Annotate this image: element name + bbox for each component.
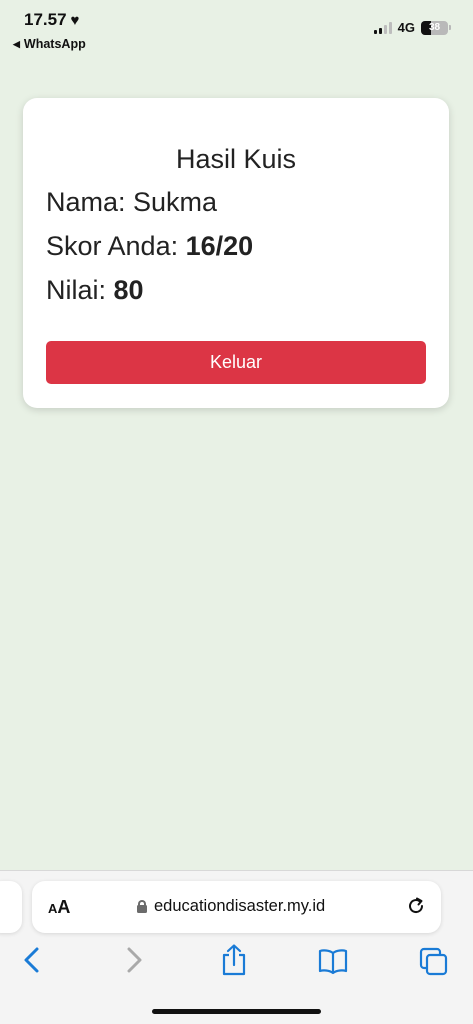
share-icon[interactable] <box>219 943 249 982</box>
back-app-label: WhatsApp <box>23 37 86 51</box>
lock-icon <box>137 900 147 913</box>
back-triangle-icon: ◀ <box>13 38 20 49</box>
signal-icon <box>373 21 392 34</box>
browser-toolbar <box>0 943 473 979</box>
name-label: Nama: <box>46 187 134 217</box>
card-title: Hasil Kuis <box>175 144 297 174</box>
back-to-app-link[interactable]: ◀ WhatsApp <box>13 37 86 51</box>
score-row: Skor Anda: 16/20 <box>46 231 253 262</box>
grade-row: Nilai: 80 <box>46 275 144 306</box>
quiz-result-card: Hasil Kuis Nama: Sukma Skor Anda: 16/20 … <box>23 98 449 408</box>
battery-tip <box>449 25 451 30</box>
status-indicators: 4G 38 <box>373 20 451 35</box>
aa-large: A <box>57 897 71 917</box>
score-label: Skor Anda: <box>46 231 186 261</box>
name-value: Sukma <box>133 187 218 217</box>
reload-icon[interactable] <box>405 895 427 922</box>
status-time: 17.57 ♥ <box>24 10 79 30</box>
tabs-icon[interactable] <box>418 943 450 982</box>
grade-value: 80 <box>113 275 144 305</box>
battery-icon: 38 <box>421 20 448 35</box>
previous-tab-peek[interactable] <box>0 881 22 933</box>
reader-settings-button[interactable]: AA <box>48 897 70 918</box>
url-text: educationdisaster.my.id <box>154 897 326 915</box>
bookmarks-icon[interactable] <box>317 943 349 982</box>
aa-small: A <box>48 901 58 916</box>
battery-level: 38 <box>428 22 441 33</box>
heart-icon: ♥ <box>70 11 80 29</box>
name-row: Nama: Sukma <box>46 187 217 218</box>
network-type: 4G <box>397 20 415 35</box>
address-bar[interactable]: AA educationdisaster.my.id <box>32 881 441 933</box>
exit-button[interactable]: Keluar <box>46 341 426 384</box>
back-icon[interactable] <box>20 943 44 982</box>
clock: 17.57 <box>24 10 67 29</box>
home-indicator[interactable] <box>152 1009 321 1014</box>
score-value: 16/20 <box>185 231 254 261</box>
grade-label: Nilai: <box>46 275 114 305</box>
url-display[interactable]: educationdisaster.my.id <box>137 897 325 916</box>
forward-icon[interactable] <box>122 943 146 982</box>
browser-bottom-bar: AA educationdisaster.my.id <box>0 870 473 1024</box>
